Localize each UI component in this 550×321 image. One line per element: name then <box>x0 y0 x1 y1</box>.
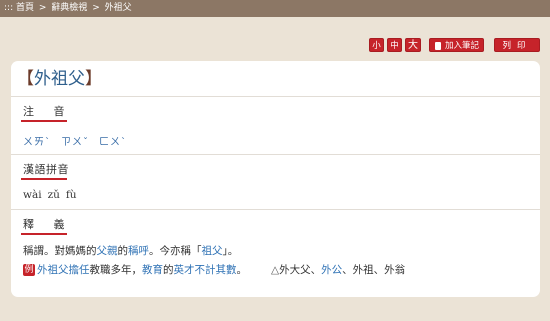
definition-text: 稱謂。對媽媽的 <box>23 245 97 257</box>
term-link[interactable]: 外公 <box>321 264 342 276</box>
term-link[interactable]: 不計其數 <box>195 264 237 276</box>
pinyin-section-label: 漢語拼音 <box>21 161 69 180</box>
title-bracket-close: 】 <box>85 69 102 89</box>
example-badge: 例 <box>23 264 35 276</box>
example-text: 。 <box>236 264 248 276</box>
definition-text: 的 <box>117 245 129 257</box>
breadcrumb-separator: > <box>92 3 100 13</box>
pinyin-syllable: zǔ <box>47 189 60 201</box>
pinyin-syllable: fù <box>65 189 77 201</box>
top-navigation-bar: ::: 首頁 > 辭典檢視 > 外祖父 <box>0 0 550 17</box>
zhuyin-values: ㄨㄞˋ ㄗㄨˇ ㄈㄨˋ <box>23 133 137 148</box>
dictionary-entry-card: 【外祖父】 注 音 ㄨㄞˋ ㄗㄨˇ ㄈㄨˋ 漢語拼音 wài zǔ fù 釋 義 稱謂。… <box>11 61 540 297</box>
font-size-large-button[interactable]: 大 <box>405 38 421 52</box>
entry-title: 【外祖父】 <box>17 67 102 91</box>
term-link[interactable]: 英才 <box>174 264 195 276</box>
related-text: 外大父、 <box>279 264 322 276</box>
add-to-notes-button[interactable]: 加入筆記 <box>429 38 484 52</box>
breadcrumb-section-link[interactable]: 辭典檢視 <box>51 3 87 13</box>
definition-text: 」。 <box>222 245 239 257</box>
breadcrumb-prefix: ::: <box>4 3 14 13</box>
divider <box>11 96 540 97</box>
definition-section-label: 釋 義 <box>21 216 73 235</box>
font-size-small-button[interactable]: 小 <box>369 38 384 52</box>
definition-line: 稱謂。對媽媽的父親的稱呼。今亦稱「祖父」。 <box>23 243 238 258</box>
zhuyin-syllable: ㄨㄞˋ <box>23 137 51 148</box>
print-button[interactable]: 列印 <box>494 38 540 52</box>
breadcrumb-current: 外祖父 <box>104 3 132 13</box>
definition-label-text: 釋 義 <box>23 218 73 231</box>
breadcrumb-separator: > <box>38 3 47 13</box>
note-icon <box>435 42 441 50</box>
section-underline <box>21 233 67 235</box>
term-link[interactable]: 教育 <box>142 264 163 276</box>
term-link[interactable]: 稱呼 <box>128 245 149 257</box>
related-text: 、外祖、外翁 <box>342 264 406 276</box>
related-triangle-icon: △ <box>271 264 280 276</box>
divider <box>11 154 540 155</box>
term-link[interactable]: 父親 <box>97 245 118 257</box>
example-line: 例外祖父擔任教職多年，教育的英才不計其數。 △外大父、外公、外祖、外翁 <box>23 262 405 277</box>
example-text: 教職多年， <box>89 264 143 276</box>
zhuyin-section-label: 注 音 <box>21 103 73 122</box>
zhuyin-label-text: 注 音 <box>23 105 73 118</box>
zhuyin-syllable: ㄈㄨˋ <box>99 137 127 148</box>
term-link[interactable]: 外祖父 <box>37 264 69 276</box>
term-link[interactable]: 擔任 <box>69 264 90 276</box>
title-bracket-open: 【 <box>17 69 34 89</box>
divider <box>11 209 540 210</box>
section-underline <box>21 120 67 122</box>
font-size-medium-button[interactable]: 中 <box>387 38 402 52</box>
pinyin-syllable: wài <box>23 189 42 201</box>
pinyin-values: wài zǔ fù <box>23 189 83 201</box>
term-link[interactable]: 祖父 <box>202 245 223 257</box>
section-underline <box>21 178 67 180</box>
zhuyin-syllable: ㄗㄨˇ <box>61 137 89 148</box>
pinyin-label-text: 漢語拼音 <box>23 163 69 176</box>
example-text: 的 <box>163 264 174 276</box>
add-to-notes-label: 加入筆記 <box>445 41 480 51</box>
definition-text: 。今亦稱「 <box>149 245 202 257</box>
breadcrumb: ::: 首頁 > 辭典檢視 > 外祖父 <box>4 0 132 17</box>
entry-word: 外祖父 <box>34 69 85 89</box>
breadcrumb-home-link[interactable]: 首頁 <box>16 3 34 13</box>
